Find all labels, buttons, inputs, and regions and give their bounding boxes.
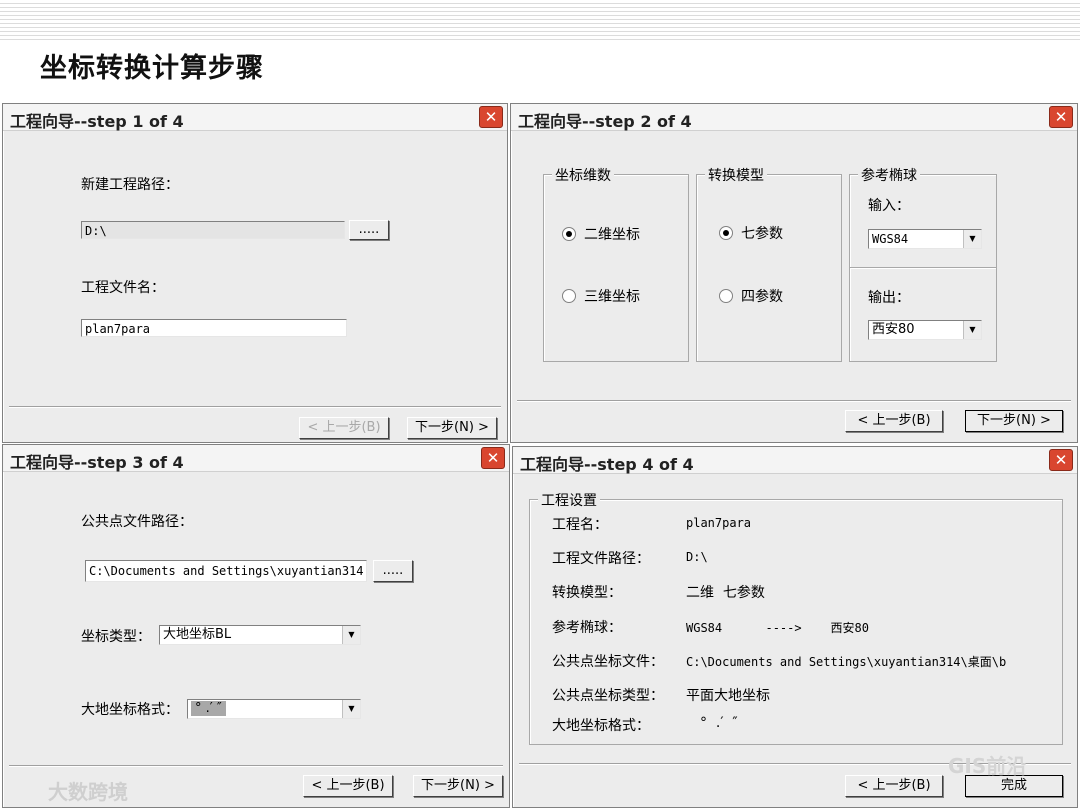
back-button[interactable]: < 上一步(B) — [845, 410, 943, 432]
input-label: 输入： — [868, 198, 910, 214]
coordinate-type-label: 坐标类型： — [81, 629, 151, 645]
radio-seven-param[interactable] — [719, 226, 733, 240]
path-label: 新建工程路径： — [81, 177, 179, 193]
divider — [9, 406, 501, 408]
reference-ellipsoid-group: 参考椭球 输入： WGS84 ▼ 输出： 西安80 ▼ — [849, 165, 997, 362]
browse-button[interactable]: ..... — [373, 560, 413, 582]
divider — [850, 267, 996, 269]
next-button[interactable]: 下一步(N) > — [965, 410, 1063, 432]
summary-value: D:\ — [686, 550, 708, 564]
close-icon[interactable]: ✕ — [479, 106, 503, 128]
summary-value: ° .′ ″ — [700, 715, 738, 731]
summary-value: plan7para — [686, 516, 752, 530]
dialog-title: 工程向导--step 3 of 4 — [10, 453, 184, 472]
close-icon[interactable]: ✕ — [1049, 106, 1073, 128]
titlebar: 工程向导--step 4 of 4 ✕ — [513, 447, 1077, 474]
chevron-down-icon[interactable]: ▼ — [342, 626, 360, 644]
select-value: WGS84 — [872, 232, 909, 246]
wizard-step2-dialog: 工程向导--step 2 of 4 ✕ 坐标维数 二维坐标 三维坐标 转换模型 … — [510, 103, 1078, 443]
input-ellipsoid-select[interactable]: WGS84 ▼ — [868, 229, 982, 249]
summary-label: 参考椭球： — [552, 620, 622, 636]
output-label: 输出： — [868, 290, 910, 306]
slide-title: 坐标转换计算步骤 — [40, 53, 264, 84]
dialog-title: 工程向导--step 4 of 4 — [520, 455, 694, 474]
radio-four-param-label: 四参数 — [741, 289, 783, 305]
wizard-step3-dialog: 工程向导--step 3 of 4 ✕ 公共点文件路径： C:\Document… — [2, 444, 510, 808]
summary-value: WGS84 ----> 西安80 — [686, 621, 869, 635]
radio-2d[interactable] — [562, 227, 576, 241]
summary-value: 平面大地坐标 — [686, 688, 770, 704]
chevron-down-icon[interactable]: ▼ — [342, 700, 360, 718]
group-legend: 工程设置 — [538, 490, 600, 510]
next-button[interactable]: 下一步(N) > — [407, 417, 497, 439]
common-point-path-field[interactable]: C:\Documents and Settings\xuyantian314 — [85, 560, 367, 582]
select-value: 西安80 — [872, 322, 915, 337]
next-button[interactable]: 下一步(N) > — [413, 775, 503, 797]
dialog-title: 工程向导--step 2 of 4 — [518, 112, 692, 131]
group-legend: 转换模型 — [705, 165, 767, 185]
wizard-step1-dialog: 工程向导--step 1 of 4 ✕ 新建工程路径： D:\ ..... 工程… — [2, 103, 508, 443]
titlebar: 工程向导--step 1 of 4 ✕ — [3, 104, 507, 131]
slide-header-lines — [0, 0, 1080, 40]
project-file-name-field[interactable]: plan7para — [81, 319, 347, 337]
back-button[interactable]: < 上一步(B) — [845, 775, 943, 797]
divider — [517, 400, 1071, 402]
geodetic-format-label: 大地坐标格式： — [81, 702, 179, 718]
back-button[interactable]: < 上一步(B) — [299, 417, 389, 439]
radio-four-param[interactable] — [719, 289, 733, 303]
dialog-title: 工程向导--step 1 of 4 — [10, 112, 184, 131]
coordinate-type-select[interactable]: 大地坐标BL ▼ — [159, 625, 361, 645]
close-icon[interactable]: ✕ — [1049, 449, 1073, 471]
select-value: ° .′ ″ — [191, 701, 226, 716]
titlebar: 工程向导--step 3 of 4 ✕ — [3, 445, 509, 472]
radio-3d[interactable] — [562, 289, 576, 303]
summary-label: 公共点坐标文件： — [552, 654, 664, 670]
summary-value: 二维 七参数 — [686, 585, 765, 601]
chevron-down-icon[interactable]: ▼ — [963, 321, 981, 339]
summary-label: 工程文件路径： — [552, 551, 650, 567]
divider — [9, 765, 503, 767]
radio-3d-label: 三维坐标 — [584, 289, 640, 305]
radio-2d-label: 二维坐标 — [584, 227, 640, 243]
summary-value: C:\Documents and Settings\xuyantian314\桌… — [686, 655, 1007, 669]
project-settings-group: 工程设置 工程名： plan7para 工程文件路径： D:\ 转换模型： 二维… — [529, 490, 1063, 745]
coordinate-dimension-group: 坐标维数 二维坐标 三维坐标 — [543, 165, 689, 362]
summary-label: 公共点坐标类型： — [552, 688, 664, 704]
chevron-down-icon[interactable]: ▼ — [963, 230, 981, 248]
common-point-path-label: 公共点文件路径： — [81, 514, 193, 530]
select-value: 大地坐标BL — [163, 627, 232, 642]
file-name-label: 工程文件名： — [81, 280, 165, 296]
group-legend: 坐标维数 — [552, 165, 614, 185]
watermark-left: 大数跨境 — [48, 780, 128, 804]
project-path-field[interactable]: D:\ — [81, 221, 345, 239]
output-ellipsoid-select[interactable]: 西安80 ▼ — [868, 320, 982, 340]
summary-label: 转换模型： — [552, 585, 622, 601]
geodetic-format-select[interactable]: ° .′ ″ ▼ — [187, 699, 361, 719]
radio-seven-param-label: 七参数 — [741, 226, 783, 242]
transform-model-group: 转换模型 七参数 四参数 — [696, 165, 842, 362]
back-button[interactable]: < 上一步(B) — [303, 775, 393, 797]
watermark-right: GIS前沿 — [948, 754, 1027, 778]
close-icon[interactable]: ✕ — [481, 447, 505, 469]
summary-label: 大地坐标格式： — [552, 718, 650, 734]
summary-label: 工程名： — [552, 517, 608, 533]
browse-button[interactable]: ..... — [349, 220, 389, 240]
titlebar: 工程向导--step 2 of 4 ✕ — [511, 104, 1077, 131]
group-legend: 参考椭球 — [858, 165, 920, 185]
